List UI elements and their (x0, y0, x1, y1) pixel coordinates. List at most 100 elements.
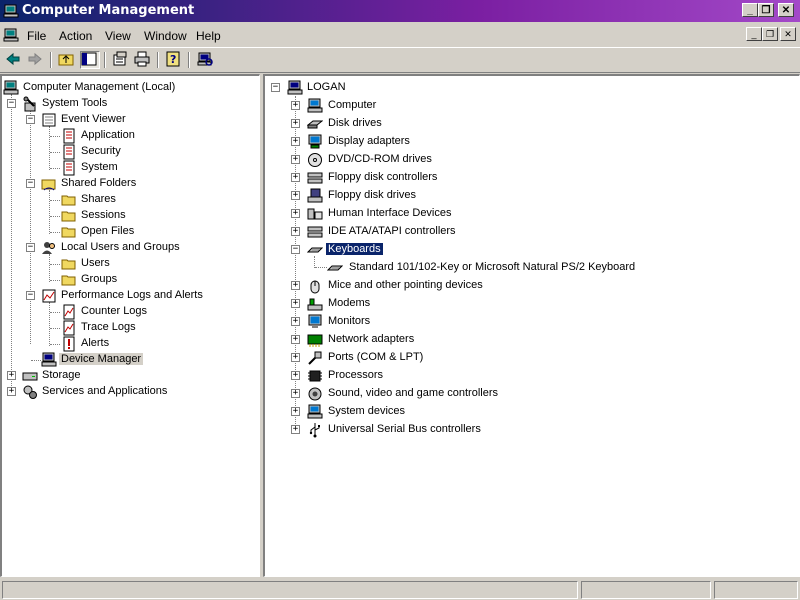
collapse-toggle[interactable]: − (26, 179, 35, 188)
folder-icon (61, 227, 76, 238)
menu-file[interactable]: File (27, 29, 46, 43)
close-button[interactable]: ✕ (778, 3, 794, 17)
expand-toggle[interactable]: + (291, 119, 300, 128)
computer-icon (307, 98, 323, 113)
network-adapter-icon (307, 334, 323, 347)
menu-window[interactable]: Window (144, 29, 187, 43)
menu-help[interactable]: Help (196, 29, 221, 43)
menu-view[interactable]: View (105, 29, 131, 43)
forward-button[interactable] (26, 51, 46, 69)
console-tree-pane[interactable]: Computer Management (Local) − System Too… (0, 74, 260, 577)
toolbar-separator (157, 52, 159, 68)
minimize-button[interactable]: _ (742, 3, 758, 17)
device-manager-icon (41, 352, 57, 367)
expand-toggle[interactable]: + (291, 227, 300, 236)
performance-icon (42, 289, 56, 303)
tree-line (50, 280, 60, 281)
folder-icon (61, 211, 76, 222)
tree-line (50, 344, 60, 345)
mdi-close-button[interactable]: ✕ (780, 27, 796, 41)
expand-toggle[interactable]: + (291, 407, 300, 416)
scan-hardware-icon (197, 52, 213, 66)
folder-up-icon (58, 54, 74, 66)
toolbar-separator (50, 52, 52, 68)
restore-button[interactable]: ❐ (758, 3, 774, 17)
device-tree-pane[interactable]: − LOGAN + Computer + Disk drives + Displ… (263, 74, 800, 577)
expand-toggle[interactable]: + (291, 137, 300, 146)
expand-toggle[interactable]: + (291, 155, 300, 164)
tree-line (49, 254, 50, 282)
tree-line (49, 190, 50, 234)
help-button[interactable]: ? (164, 51, 184, 69)
tree-item-label: Shared Folders (61, 177, 137, 189)
device-category-label: Computer (328, 99, 377, 111)
collapse-toggle[interactable]: − (26, 243, 35, 252)
scan-hardware-button[interactable] (196, 51, 216, 69)
tree-item-label: Alerts (81, 337, 110, 349)
device-category-label: Floppy disk controllers (328, 171, 438, 183)
forward-arrow-icon (28, 52, 42, 66)
expand-toggle[interactable]: + (7, 371, 16, 380)
status-panel-3 (714, 581, 798, 599)
expand-toggle[interactable]: + (291, 173, 300, 182)
print-button[interactable] (133, 51, 153, 69)
tree-line (50, 152, 60, 153)
device-category-label: Modems (328, 297, 371, 309)
tree-item-label: System Tools (42, 97, 108, 109)
help-icon: ? (166, 51, 180, 67)
expand-toggle[interactable]: + (291, 425, 300, 434)
tree-item-label: Application (81, 129, 135, 141)
title-bar[interactable]: Computer Management _ ❐ ✕ (0, 0, 800, 22)
device-category-label: Universal Serial Bus controllers (328, 423, 481, 435)
window-title: Computer Management (22, 3, 195, 18)
properties-button[interactable] (111, 51, 131, 69)
up-one-level-button[interactable] (57, 51, 77, 69)
expand-toggle[interactable]: + (291, 353, 300, 362)
collapse-toggle[interactable]: − (271, 83, 280, 92)
expand-toggle[interactable]: + (291, 191, 300, 200)
services-icon (23, 385, 37, 399)
show-hide-tree-button[interactable] (80, 51, 100, 69)
expand-toggle[interactable]: + (291, 281, 300, 290)
expand-toggle[interactable]: + (291, 389, 300, 398)
menu-action[interactable]: Action (59, 29, 92, 43)
console-tree-icon (81, 52, 97, 66)
collapse-toggle[interactable]: − (7, 99, 16, 108)
expand-toggle[interactable]: + (291, 317, 300, 326)
collapse-toggle[interactable]: − (26, 291, 35, 300)
usb-icon (309, 423, 320, 438)
mdi-restore-button[interactable]: ❐ (762, 27, 778, 41)
folder-icon (61, 275, 76, 286)
tree-line (50, 216, 60, 217)
chart-log-icon (63, 304, 75, 320)
tree-line (30, 110, 31, 344)
mouse-icon (310, 280, 320, 294)
expand-toggle[interactable]: + (291, 209, 300, 218)
tree-item-label: Event Viewer (61, 113, 126, 125)
tree-item-label: Open Files (81, 225, 135, 237)
back-button[interactable] (4, 51, 24, 69)
tree-item-label: Users (81, 257, 110, 269)
collapse-toggle[interactable]: − (26, 115, 35, 124)
tree-line (31, 360, 41, 361)
expand-toggle[interactable]: + (291, 335, 300, 344)
expand-toggle[interactable]: + (7, 387, 16, 396)
svg-text:?: ? (170, 53, 176, 66)
device-tree-root-label: LOGAN (307, 81, 346, 93)
cdrom-icon (308, 153, 322, 167)
tree-line (50, 232, 60, 233)
device-category-label: Display adapters (328, 135, 410, 147)
expand-toggle[interactable]: + (291, 299, 300, 308)
mdi-minimize-button[interactable]: _ (746, 27, 762, 41)
expand-toggle[interactable]: + (291, 371, 300, 380)
device-label: Standard 101/102-Key or Microsoft Natura… (349, 261, 636, 273)
child-window-icon[interactable] (3, 27, 19, 43)
display-adapter-icon (308, 134, 322, 149)
toolbar-separator (188, 52, 190, 68)
expand-toggle[interactable]: + (291, 101, 300, 110)
collapse-toggle[interactable]: − (291, 245, 300, 254)
computer-icon (287, 80, 303, 95)
computer-icon (3, 80, 19, 95)
hid-icon (307, 208, 323, 220)
tree-line (50, 200, 60, 201)
